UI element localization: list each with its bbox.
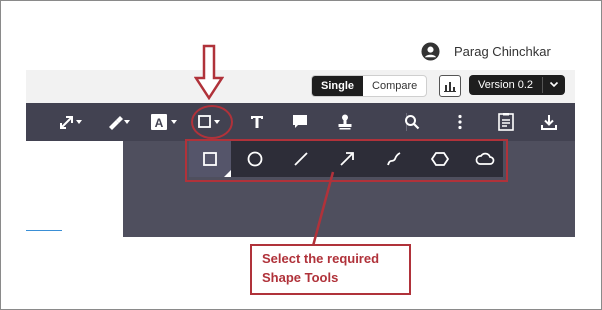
stamp-icon — [338, 114, 352, 130]
download-button[interactable] — [540, 112, 558, 132]
user-bar: Parag Chinchkar — [26, 35, 575, 70]
document-line — [26, 230, 62, 231]
text-box-icon: A — [151, 114, 177, 130]
instruction-callout: Select the required Shape Tools — [250, 244, 411, 295]
single-view-button[interactable]: Single — [312, 76, 364, 96]
chart-button[interactable] — [439, 75, 461, 97]
download-icon — [541, 115, 557, 130]
arrow-tool-button[interactable] — [58, 112, 84, 132]
arrow-tool-icon — [60, 116, 82, 129]
summary-icon — [498, 113, 514, 131]
search-button[interactable] — [403, 112, 421, 132]
view-bar: Single Compare Version 0.2 — [26, 70, 575, 103]
callout-line-2: Shape Tools — [262, 270, 339, 285]
highlighter-icon — [109, 116, 130, 130]
stamp-button[interactable] — [336, 112, 354, 132]
version-label: Version 0.2 — [478, 79, 534, 91]
text-box-button[interactable]: A — [150, 112, 180, 132]
chevron-down-icon[interactable] — [548, 78, 560, 93]
shape-flyout-highlight — [185, 139, 508, 182]
highlighter-button[interactable] — [106, 112, 132, 132]
callout-line-1: Select the required — [262, 251, 380, 266]
text-tool-icon — [251, 116, 263, 128]
view-mode-toggle: Single Compare — [311, 75, 428, 97]
bar-chart-icon — [444, 82, 456, 92]
user-circle-icon[interactable] — [421, 42, 440, 61]
search-icon — [405, 115, 420, 130]
version-divider — [542, 77, 543, 93]
more-button[interactable] — [451, 112, 469, 132]
user-name[interactable]: Parag Chinchkar — [454, 44, 551, 59]
version-selector[interactable]: Version 0.2 — [469, 75, 565, 95]
document-page[interactable] — [26, 141, 123, 237]
summary-button[interactable] — [496, 112, 516, 132]
svg-text:A: A — [155, 116, 164, 130]
comment-button[interactable] — [291, 112, 309, 132]
callout-connector — [311, 171, 335, 247]
annotation-toolbar: A — [26, 103, 575, 141]
compare-view-button[interactable]: Compare — [363, 76, 426, 96]
pointer-arrow — [194, 44, 224, 100]
more-icon — [458, 114, 462, 130]
text-tool-button[interactable] — [248, 112, 266, 132]
comment-icon — [293, 115, 307, 128]
shape-tool-highlight — [191, 105, 233, 139]
